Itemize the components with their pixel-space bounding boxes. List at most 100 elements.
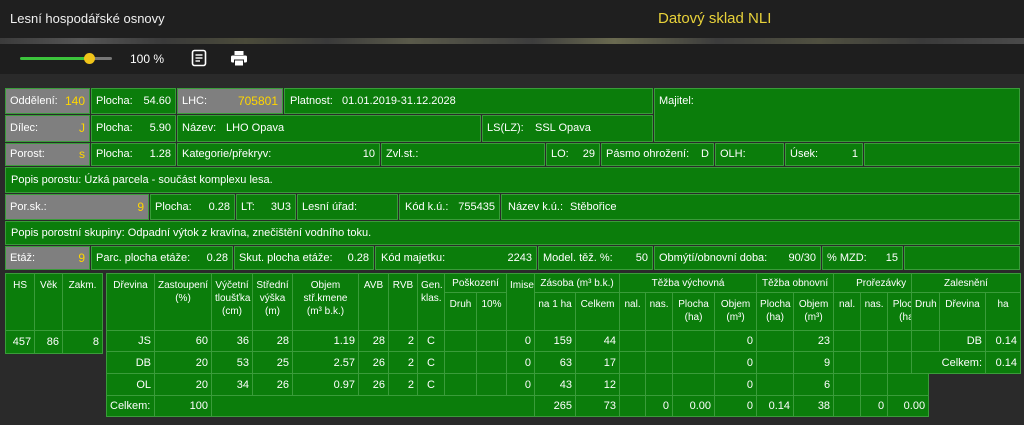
rvb-header: RVB <box>388 273 418 331</box>
total-na1ha: 265 <box>534 395 577 417</box>
porost-plocha-cell: Plocha: 1.28 <box>91 143 176 166</box>
table-row: DB 20 53 25 2.57 26 2 C 0 63 17 0 9 <box>106 351 930 374</box>
v-nas-cell <box>645 330 674 352</box>
p-nas-cell <box>860 351 889 374</box>
na1ha-cell: 159 <box>534 330 577 352</box>
porost-label: Porost: <box>10 148 45 160</box>
species-table: Dřevina Zastoupení (%) Výčetní tloušťka (c… <box>106 273 930 417</box>
zasoba-header: Zásoba (m³ b.k.) <box>534 273 621 293</box>
celkem-header: Celkem <box>575 292 621 331</box>
oddeleni-label: Oddělení: <box>10 95 58 107</box>
zoom-slider-rest[interactable] <box>92 57 112 60</box>
v-nal-header: nal. <box>619 292 647 331</box>
zoom-slider-track[interactable] <box>20 57 92 60</box>
gen-klas-header: Gen. klas. <box>417 273 445 331</box>
platnost-value: 01.01.2019-31.12.2028 <box>342 95 456 107</box>
empty-cell <box>864 143 1020 166</box>
center-title: Datový sklad NLI <box>658 10 772 27</box>
v-plocha-cell <box>672 373 716 396</box>
app-title: Lesní hospodářské osnovy <box>10 11 165 26</box>
dilec-cell: Dílec: J <box>5 115 90 142</box>
p-nal-header: nal. <box>833 292 862 331</box>
kategorie-label: Kategorie/překryv: <box>182 148 272 160</box>
platnost-label: Platnost: <box>290 95 333 107</box>
avb-header: AVB <box>358 273 389 331</box>
drevina-cell: OL <box>106 373 155 396</box>
zakm-value: 8 <box>62 330 103 354</box>
obj-cell: 2.57 <box>292 351 359 374</box>
header-text: Střední výška <box>256 280 289 304</box>
rvb-cell: 2 <box>388 373 418 396</box>
celkem-cell: 12 <box>575 373 621 396</box>
zoom-slider-handle[interactable] <box>84 53 95 64</box>
dilec-plocha-value: 5.90 <box>149 122 171 134</box>
kod-majetku-cell: Kód majetku: 2243 <box>375 246 537 270</box>
header-text: Objem <box>720 299 751 310</box>
header-text: (m³) <box>804 312 823 323</box>
objem-header: Objem stř.kmene (m³ b.k.) <box>292 273 359 331</box>
skut-plocha-value: 0.28 <box>347 252 369 264</box>
model-tezby-cell: Model. těž. %: 50 <box>538 246 653 270</box>
o-objem-cell: 23 <box>793 330 835 352</box>
total-v-objem: 0 <box>714 395 758 417</box>
zvlst-cell: Zvl.st.: <box>381 143 545 166</box>
ls-label: LS(LZ): <box>487 122 524 134</box>
empty-cell <box>210 395 536 417</box>
mzd-value: 15 <box>885 252 898 264</box>
plocha-label: Plocha: <box>155 201 192 213</box>
druh-cell <box>444 330 477 352</box>
avb-cell: 26 <box>358 351 389 374</box>
porsk-cell: Por.sk.: 9 <box>5 194 149 220</box>
o-objem-cell: 6 <box>793 373 835 396</box>
header-text: Objem stř.kmene <box>303 280 348 304</box>
header-text: (m³ b.k.) <box>306 306 345 317</box>
porsk-value: 9 <box>137 200 144 214</box>
gen-cell: C <box>417 373 445 396</box>
kod-majetku-label: Kód majetku: <box>381 252 446 264</box>
v-objem-cell: 0 <box>714 351 758 374</box>
popis-porostu-value: Úzká parcela - součást komplexu lesa. <box>84 174 273 186</box>
parc-plocha-label: Parc. plocha etáže: <box>96 252 191 264</box>
mzd-cell: % MZD: 15 <box>822 246 903 270</box>
skut-plocha-label: Skut. plocha etáže: <box>239 252 333 264</box>
etaz-label: Etáž: <box>10 252 36 264</box>
zal-ha-cell: 0.14 <box>984 330 1022 352</box>
majitel-cell: Majitel: <box>654 88 1020 142</box>
celkem-cell: 44 <box>575 330 621 352</box>
header-text: (ha) <box>766 312 784 323</box>
nazev-value: LHO Opava <box>226 122 285 134</box>
print-icon[interactable] <box>230 50 248 67</box>
zast-cell: 20 <box>154 351 212 374</box>
ls-cell: LS(LZ): SSL Opava <box>482 115 653 142</box>
imise-header: Imise <box>506 273 536 331</box>
olh-cell: OLH: <box>715 143 784 166</box>
document-icon[interactable] <box>190 49 208 67</box>
popis-porostu-label: Popis porostu: <box>11 174 82 186</box>
platnost-cell: Platnost: 01.01.2019-31.12.2028 <box>284 88 653 114</box>
parc-plocha-cell: Parc. plocha etáže: 0.28 <box>91 246 233 270</box>
pasmo-value: D <box>701 148 709 160</box>
lo-cell: LO: 29 <box>546 143 600 166</box>
obj-cell: 0.97 <box>292 373 359 396</box>
druh-cell <box>444 351 477 374</box>
zalesneni-table: Zalesnění Druh Dřevina ha DB 0.14 Celkem… <box>910 273 1022 374</box>
empty-cell <box>904 246 1020 270</box>
skut-plocha-cell: Skut. plocha etáže: 0.28 <box>234 246 374 270</box>
gen-cell: C <box>417 351 445 374</box>
total-v-nas: 0 <box>645 395 674 417</box>
o-plocha-cell <box>756 330 795 352</box>
vy-cell: 28 <box>252 330 293 352</box>
dilec-value: J <box>79 121 85 135</box>
obmyti-label: Obmýtí/obnovní doba: <box>659 252 768 264</box>
model-tezby-label: Model. těž. %: <box>543 252 613 264</box>
zast-cell: 20 <box>154 373 212 396</box>
olh-label: OLH: <box>720 148 746 160</box>
total-row: Celkem: 100 265 73 0 0.00 0 0.14 38 0 0.… <box>106 395 930 417</box>
poskozeni-header: Poškození <box>443 273 508 293</box>
kod-ku-label: Kód k.ú.: <box>405 201 449 213</box>
imise-cell: 0 <box>506 373 536 396</box>
zal-drevina-cell: DB <box>939 330 986 352</box>
porsk-plocha-cell: Plocha: 0.28 <box>150 194 235 220</box>
total-zast: 100 <box>154 395 212 417</box>
p10-cell <box>475 330 508 352</box>
